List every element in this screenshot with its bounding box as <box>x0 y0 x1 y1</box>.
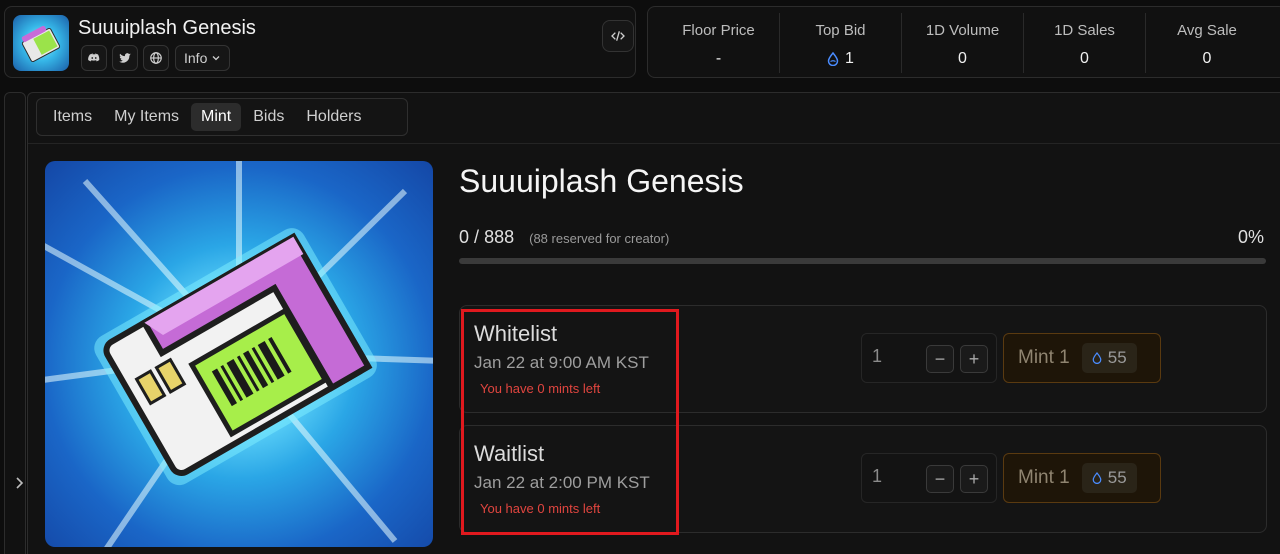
quantity-stepper[interactable]: 1 − + <box>861 453 997 503</box>
sui-token-icon <box>1092 352 1102 364</box>
discord-icon <box>88 53 100 62</box>
quantity-value: 1 <box>872 466 883 486</box>
stat-value: 0 <box>1202 50 1212 67</box>
mint-progress-bar <box>459 258 1266 264</box>
mint-price: 55 <box>1081 463 1137 493</box>
mint-button[interactable]: Mint 1 55 <box>1003 453 1161 503</box>
plus-icon: + <box>968 468 980 489</box>
sui-token-icon <box>827 52 839 66</box>
increment-button[interactable]: + <box>960 465 988 493</box>
tab-mint[interactable]: Mint <box>191 103 242 131</box>
stat-value: - <box>715 50 722 67</box>
chevron-down-icon <box>212 56 220 61</box>
phase-name: Whitelist <box>474 321 558 346</box>
discord-link[interactable] <box>81 45 107 71</box>
mint-title: Suuuiplash Genesis <box>459 163 744 199</box>
mint-phase-whitelist: Whitelist Jan 22 at 9:00 AM KST You have… <box>459 305 1267 413</box>
tab-my-items[interactable]: My Items <box>104 103 189 131</box>
minted-count: 0 <box>459 227 470 247</box>
mint-percent: 0% <box>1237 227 1264 247</box>
quantity-value: 1 <box>872 346 883 366</box>
stat-label: 1D Sales <box>1054 22 1115 39</box>
total-supply: 888 <box>484 227 515 247</box>
collection-tabs: Items My Items Mint Bids Holders <box>36 98 408 136</box>
plus-icon: + <box>968 348 980 369</box>
sui-token-icon <box>1092 472 1102 484</box>
collection-header: Suuuiplash Genesis Info <box>4 6 636 78</box>
tab-holders[interactable]: Holders <box>296 103 371 131</box>
mint-button[interactable]: Mint 1 55 <box>1003 333 1161 383</box>
twitter-link[interactable] <box>112 45 138 71</box>
stat-avg-sale: Avg Sale 0 <box>1146 13 1268 73</box>
mint-phase-waitlist: Waitlist Jan 22 at 2:00 PM KST You have … <box>459 425 1267 533</box>
phase-name: Waitlist <box>474 441 545 466</box>
stat-1d-sales: 1D Sales 0 <box>1024 13 1146 73</box>
mints-left-warning: You have 0 mints left <box>480 381 601 396</box>
tabs-divider <box>28 143 1280 144</box>
stat-value: 0 <box>1080 50 1089 67</box>
embed-code-button[interactable] <box>602 20 634 52</box>
tab-bids[interactable]: Bids <box>243 103 294 131</box>
collection-artwork <box>45 161 433 547</box>
website-link[interactable] <box>143 45 169 71</box>
minus-icon: − <box>934 348 946 369</box>
main-panel: Items My Items Mint Bids Holders Suuuipl… <box>27 92 1280 554</box>
mints-left-warning: You have 0 mints left <box>480 501 601 516</box>
stat-label: Top Bid <box>815 22 866 39</box>
chevron-right-icon <box>16 477 24 489</box>
stat-label: Floor Price <box>682 22 755 39</box>
stat-floor-price: Floor Price - <box>658 13 780 73</box>
collection-stats: Floor Price - Top Bid 1 1D Volume 0 1D S… <box>647 6 1280 78</box>
increment-button[interactable]: + <box>960 345 988 373</box>
code-icon <box>611 31 625 41</box>
mint-button-label: Mint 1 <box>1018 467 1070 488</box>
stat-1d-volume: 1D Volume 0 <box>902 13 1024 73</box>
filter-sidebar-collapsed <box>4 92 26 554</box>
mint-supply: 0 / 888 (88 reserved for creator) <box>459 227 669 248</box>
collection-logo <box>13 15 69 71</box>
tab-items[interactable]: Items <box>43 103 102 131</box>
info-label: Info <box>184 50 208 66</box>
phase-time: Jan 22 at 9:00 AM KST <box>474 353 649 372</box>
info-dropdown[interactable]: Info <box>175 45 231 71</box>
collection-name: Suuuiplash Genesis <box>78 17 256 39</box>
twitter-icon <box>119 53 131 63</box>
decrement-button[interactable]: − <box>926 465 954 493</box>
quantity-stepper[interactable]: 1 − + <box>861 333 997 383</box>
stat-value: 0 <box>958 50 967 67</box>
mint-button-label: Mint 1 <box>1018 347 1070 368</box>
decrement-button[interactable]: − <box>926 345 954 373</box>
supply-separator: / <box>474 227 480 247</box>
reserved-note: (88 reserved for creator) <box>529 231 670 246</box>
expand-sidebar-button[interactable] <box>11 475 27 491</box>
stat-top-bid: Top Bid 1 <box>780 13 902 73</box>
phase-time: Jan 22 at 2:00 PM KST <box>474 473 650 492</box>
globe-icon <box>150 52 162 64</box>
stat-label: 1D Volume <box>925 22 1000 39</box>
mint-price: 55 <box>1081 343 1137 373</box>
stat-label: Avg Sale <box>1177 22 1237 39</box>
minus-icon: − <box>934 468 946 489</box>
stat-value: 1 <box>780 50 901 68</box>
